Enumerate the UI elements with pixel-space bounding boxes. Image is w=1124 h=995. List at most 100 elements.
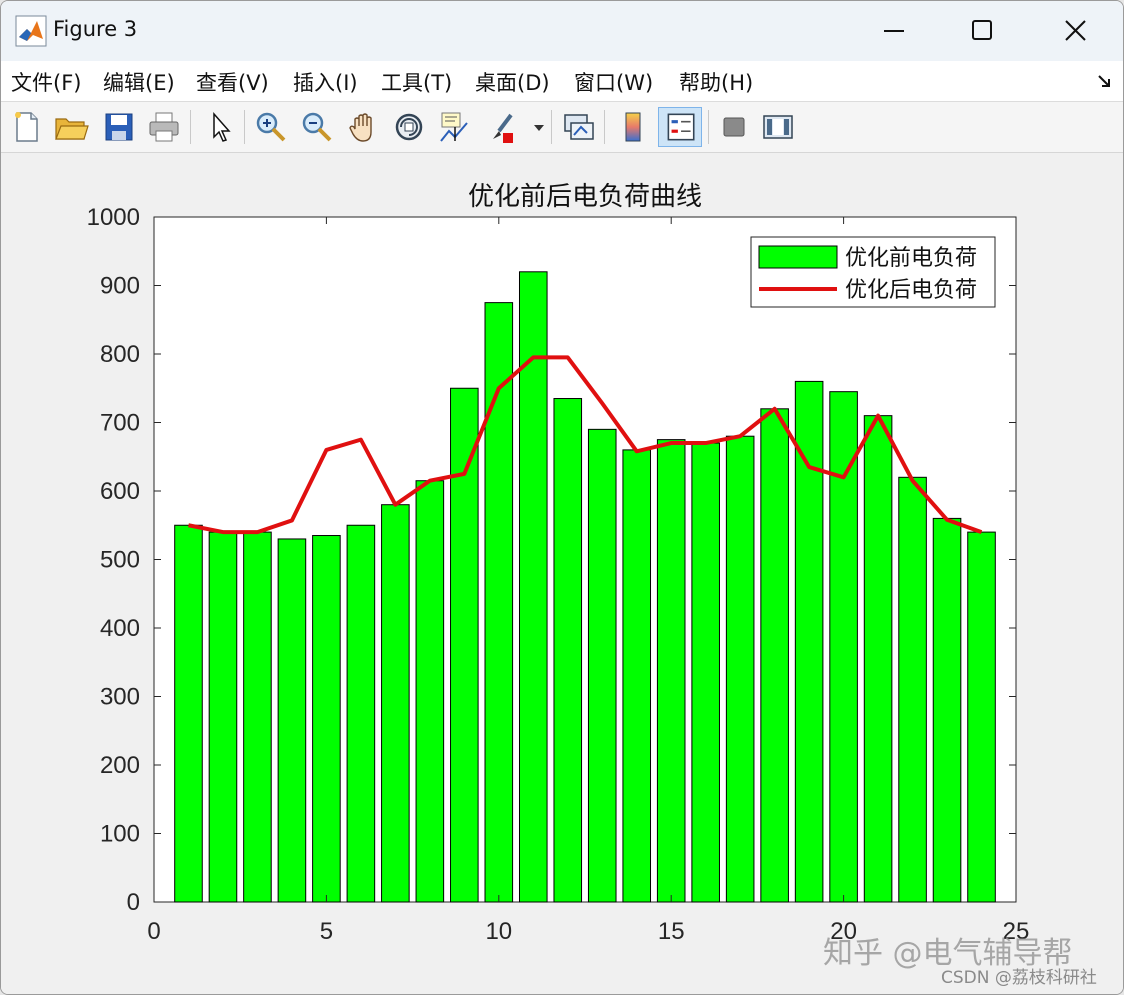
menu-file[interactable]: 文件(F) xyxy=(11,67,81,97)
window-title: Figure 3 xyxy=(53,17,138,41)
menu-edit[interactable]: 编辑(E) xyxy=(103,67,175,97)
menu-tools[interactable]: 工具(T) xyxy=(381,67,452,97)
select-arrow-icon xyxy=(213,112,231,142)
bar-before-1[interactable] xyxy=(174,524,203,903)
open-file-icon xyxy=(55,118,89,140)
zoom-out-icon xyxy=(302,112,332,142)
save-icon xyxy=(105,113,133,141)
zoom-in-button[interactable] xyxy=(253,109,289,145)
bar-before-15[interactable] xyxy=(656,439,686,903)
y-tick-label: 100 xyxy=(100,821,140,848)
legend-swatch-before xyxy=(758,245,838,269)
y-tick-label: 400 xyxy=(100,615,140,642)
menu-window[interactable]: 窗口(W) xyxy=(574,67,653,97)
brush-dropdown-icon[interactable] xyxy=(533,123,545,133)
menu-view[interactable]: 查看(V) xyxy=(196,67,269,97)
rotate-button[interactable] xyxy=(391,109,427,145)
y-tick-label: 800 xyxy=(100,341,140,368)
minimize-button[interactable] xyxy=(871,11,917,51)
select-button[interactable] xyxy=(203,109,239,145)
pan-button[interactable] xyxy=(346,109,382,145)
bar-before-18[interactable] xyxy=(760,408,789,903)
title-bar[interactable]: Figure 3 xyxy=(1,1,1123,61)
bar-before-20[interactable] xyxy=(829,391,858,903)
hide-plot-tools-icon xyxy=(723,117,745,137)
figure-toolbar xyxy=(1,102,1123,153)
legend-icon xyxy=(667,113,695,141)
zoom-out-button[interactable] xyxy=(299,109,335,145)
bar-before-6[interactable] xyxy=(346,524,376,903)
bar-before-21[interactable] xyxy=(863,415,893,903)
bar-before-24[interactable] xyxy=(967,531,996,903)
print-button[interactable] xyxy=(146,109,182,145)
figure-canvas[interactable]: 0 100 200 300 400 500 600 700 800 900 1000 0 5 10 15 20… xyxy=(1,153,1123,994)
figure-window: Figure 3 文件(F) 编辑(E) 查看(V) 插入(I) 工具(T) 桌… xyxy=(0,0,1124,995)
colorbar-button[interactable] xyxy=(615,109,651,145)
toolbar-separator xyxy=(708,110,709,144)
data-cursor-button[interactable] xyxy=(437,109,473,145)
bar-before-4[interactable] xyxy=(277,538,307,903)
menu-insert[interactable]: 插入(I) xyxy=(293,67,358,97)
bar-before-22[interactable] xyxy=(898,476,927,903)
x-tick-label: 5 xyxy=(320,918,333,945)
new-figure-icon xyxy=(15,112,38,142)
toolbar-separator xyxy=(190,110,191,144)
minimize-icon xyxy=(884,30,904,32)
y-tick-label: 200 xyxy=(100,752,140,779)
menu-desktop[interactable]: 桌面(D) xyxy=(475,67,550,97)
brush-icon xyxy=(493,113,513,143)
bar-before-19[interactable] xyxy=(794,380,824,903)
bar-before-17[interactable] xyxy=(725,435,755,903)
rotate-3d-icon xyxy=(395,113,423,141)
bar-before-23[interactable] xyxy=(932,517,962,903)
y-tick-label: 300 xyxy=(100,684,140,711)
legend-button[interactable] xyxy=(658,107,702,147)
menu-bar: 文件(F) 编辑(E) 查看(V) 插入(I) 工具(T) 桌面(D) 窗口(W… xyxy=(1,61,1123,102)
y-tick-label: 900 xyxy=(100,273,140,300)
maximize-icon xyxy=(972,20,992,40)
save-button[interactable] xyxy=(101,109,137,145)
toolbar-separator xyxy=(244,110,245,144)
open-file-button[interactable] xyxy=(53,109,89,145)
maximize-button[interactable] xyxy=(959,11,1005,51)
bar-before-2[interactable] xyxy=(208,531,238,903)
pan-hand-icon xyxy=(349,113,372,142)
y-tick-label: 600 xyxy=(100,478,140,505)
dock-arrow-icon[interactable] xyxy=(1097,73,1113,89)
legend-label-before: 优化前电负荷 xyxy=(845,246,977,271)
toolbar-separator xyxy=(551,110,552,144)
x-tick-label: 10 xyxy=(485,918,512,945)
bar-before-7[interactable] xyxy=(381,504,410,903)
bar-before-12[interactable] xyxy=(553,398,583,903)
data-cursor-icon xyxy=(440,112,468,142)
bar-line-chart[interactable]: 010020030040050060070080090010000 5 10 15 20… xyxy=(1,153,1123,994)
print-icon xyxy=(149,112,179,142)
link-plot-icon xyxy=(564,114,594,140)
brush-button[interactable] xyxy=(485,109,521,145)
link-plot-button[interactable] xyxy=(561,109,597,145)
bar-before-14[interactable] xyxy=(622,449,652,903)
y-tick-label: 500 xyxy=(100,547,140,574)
close-icon xyxy=(1065,20,1086,41)
bar-before-5[interactable] xyxy=(312,535,341,903)
close-button[interactable] xyxy=(1053,11,1099,51)
chart-title: 优化前后电负荷曲线 xyxy=(468,182,702,212)
bar-before-9[interactable] xyxy=(450,387,479,903)
colorbar-icon xyxy=(625,112,641,142)
y-tick-label: 1000 xyxy=(87,204,140,231)
menu-help[interactable]: 帮助(H) xyxy=(679,67,753,97)
zoom-in-icon xyxy=(256,112,286,142)
bar-before-16[interactable] xyxy=(691,442,720,903)
bar-before-3[interactable] xyxy=(243,531,272,903)
y-tick-label: 0 xyxy=(127,889,140,916)
bar-before-8[interactable] xyxy=(415,480,445,903)
x-tick-label: 0 xyxy=(147,918,160,945)
csdn-watermark: CSDN @荔枝科研社 xyxy=(941,968,1097,988)
bar-before-13[interactable] xyxy=(587,428,617,903)
matlab-logo-icon xyxy=(15,15,47,47)
legend-label-after: 优化后电负荷 xyxy=(845,278,977,303)
x-tick-label: 15 xyxy=(658,918,685,945)
hide-plot-tools-button[interactable] xyxy=(716,109,752,145)
show-plot-tools-button[interactable] xyxy=(760,109,796,145)
new-figure-button[interactable] xyxy=(9,109,45,145)
